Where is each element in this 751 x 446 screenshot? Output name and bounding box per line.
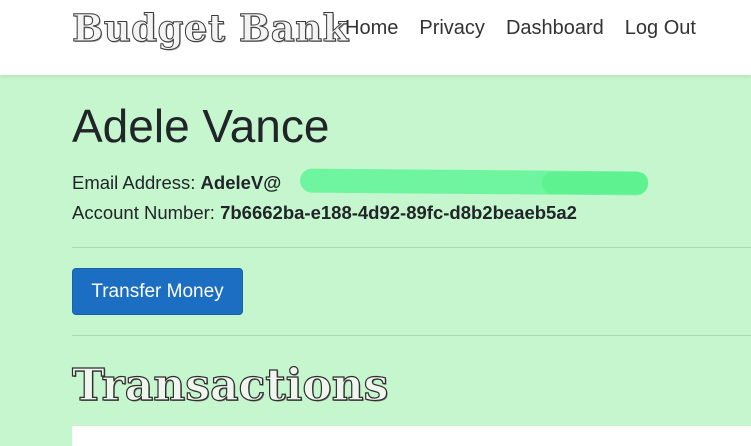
nav-link-privacy[interactable]: Privacy: [419, 17, 485, 40]
nav-menu: Home Privacy Dashboard Log Out: [345, 17, 717, 40]
transactions-heading: Transactions: [71, 359, 389, 411]
email-redaction-mark-end: [542, 172, 648, 194]
nav-link-logout[interactable]: Log Out: [625, 17, 696, 40]
account-value: 7b6662ba-e188-4d92-89fc-d8b2beaeb5a2: [220, 202, 577, 223]
divider: [72, 247, 751, 248]
account-number-line: Account Number: 7b6662ba-e188-4d92-89fc-…: [72, 202, 577, 224]
brand-logo[interactable]: Budget Bank: [72, 6, 349, 51]
email-label: Email Address:: [72, 172, 196, 193]
transfer-money-button[interactable]: Transfer Money: [72, 268, 243, 315]
email-value: AdeleV@: [200, 172, 282, 193]
user-name-heading: Adele Vance: [72, 100, 330, 152]
divider: [72, 335, 751, 336]
nav-link-dashboard[interactable]: Dashboard: [506, 17, 604, 40]
nav-link-home[interactable]: Home: [345, 17, 398, 40]
top-navbar: Budget Bank Home Privacy Dashboard Log O…: [0, 0, 751, 75]
transactions-table: [72, 426, 751, 446]
email-address-line: Email Address: AdeleV@: [72, 172, 281, 194]
account-label: Account Number:: [72, 202, 215, 223]
